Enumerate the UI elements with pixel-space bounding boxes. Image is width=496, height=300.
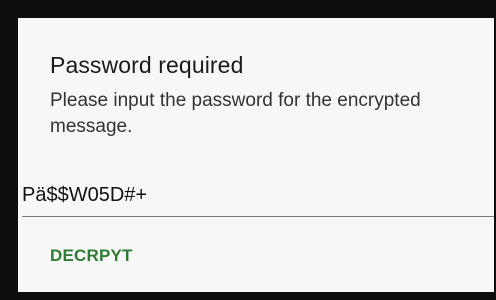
password-input-underline (22, 216, 494, 217)
password-dialog: Password required Please input the passw… (18, 18, 494, 292)
decrypt-button[interactable]: DECRPYT (50, 246, 133, 266)
dialog-title: Password required (50, 52, 244, 78)
screen-background: Password required Please input the passw… (0, 0, 496, 300)
password-field-container (18, 178, 494, 218)
password-input[interactable] (22, 178, 494, 212)
dialog-message: Please input the password for the encryp… (50, 90, 421, 137)
